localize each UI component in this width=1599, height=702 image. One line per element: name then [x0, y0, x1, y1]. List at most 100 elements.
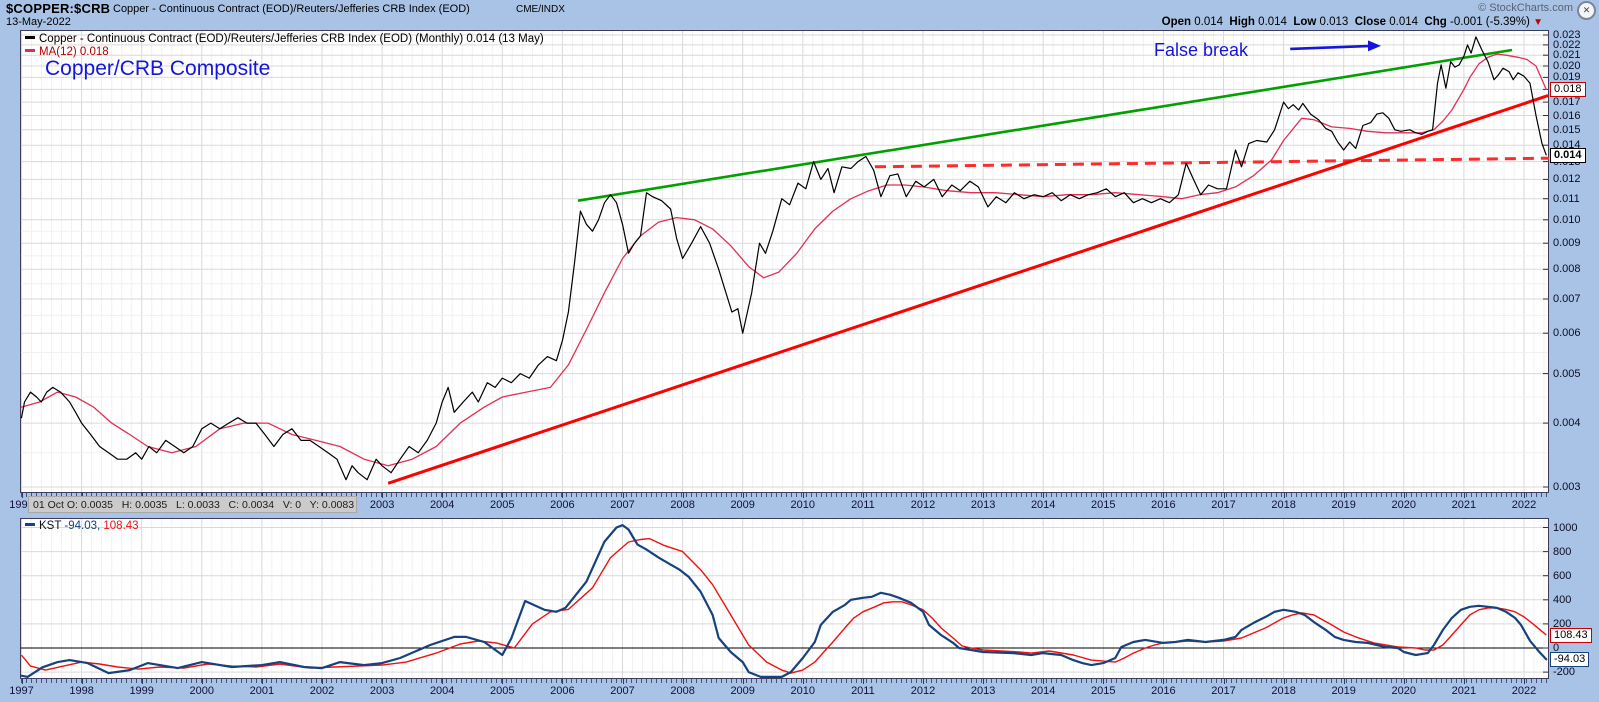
year-label: 2007 [606, 499, 640, 511]
year-label: 2020 [1387, 499, 1421, 511]
year-label: 2017 [1207, 685, 1241, 697]
year-label: 2003 [365, 499, 399, 511]
ticker-symbol: $COPPER:$CRB [6, 1, 110, 16]
stockcharts-copyright: © StockCharts.com [1478, 2, 1573, 14]
year-label: 2009 [726, 499, 760, 511]
year-tick [1464, 679, 1465, 684]
year-label: 2008 [666, 499, 700, 511]
year-label: 2007 [606, 685, 640, 697]
main-y-tick-label: 0.009 [1553, 237, 1581, 249]
instrument-description: Copper - Continuous Contract (EOD)/Reute… [113, 3, 470, 15]
year-label: 2019 [1327, 685, 1361, 697]
year-label: 2003 [365, 685, 399, 697]
year-tick [863, 679, 864, 684]
year-tick [743, 493, 744, 498]
year-label: 2010 [786, 499, 820, 511]
year-tick [442, 493, 443, 498]
year-label: 2022 [1507, 685, 1541, 697]
year-label: 2005 [485, 685, 519, 697]
low-value: 0.013 [1320, 16, 1349, 28]
year-label: 2009 [726, 685, 760, 697]
stockcharts-page: { "header": { "symbol": "$COPPER:$CRB", … [0, 0, 1599, 702]
ma-line-swatch-icon [25, 49, 35, 52]
kst-indicator-chart[interactable] [20, 518, 1549, 679]
kst-value-blue: -94.03, [64, 520, 100, 532]
year-tick [1043, 679, 1044, 684]
year-label: 2021 [1447, 685, 1481, 697]
ma-last-value-badge: 0.018 [1550, 82, 1586, 97]
year-tick [382, 493, 383, 498]
price-legend: Copper - Continuous Contract (EOD)/Reute… [25, 33, 544, 45]
year-tick [1464, 493, 1465, 498]
year-tick [502, 493, 503, 498]
year-tick [1163, 679, 1164, 684]
year-tick [923, 679, 924, 684]
year-tick [683, 493, 684, 498]
year-label: 2010 [786, 685, 820, 697]
close-icon[interactable]: ✕ [1577, 1, 1596, 20]
year-label: 2019 [1327, 499, 1361, 511]
main-y-tick-label: 0.003 [1553, 481, 1581, 493]
main-y-tick-label: 0.010 [1553, 214, 1581, 226]
year-label: 2015 [1086, 499, 1120, 511]
year-tick [382, 679, 383, 684]
year-tick [863, 493, 864, 498]
year-tick [442, 679, 443, 684]
year-tick [1344, 493, 1345, 498]
year-label: 1997 [5, 685, 39, 697]
year-tick [683, 679, 684, 684]
year-label: 2020 [1387, 685, 1421, 697]
year-label: 2002 [305, 685, 339, 697]
year-label: 2004 [425, 499, 459, 511]
kst-y-tick-label: 400 [1553, 594, 1571, 606]
year-label: 2012 [906, 499, 940, 511]
year-label: 2011 [846, 685, 880, 697]
price-legend-text: Copper - Continuous Contract (EOD)/Reute… [39, 33, 544, 45]
year-tick [1404, 679, 1405, 684]
year-tick [1103, 493, 1104, 498]
year-tick [202, 679, 203, 684]
main-price-chart[interactable] [20, 30, 1549, 493]
year-tick [1284, 493, 1285, 498]
year-tick [803, 493, 804, 498]
chg-label: Chg [1424, 16, 1446, 28]
year-label: 2022 [1507, 499, 1541, 511]
year-label: 2013 [966, 499, 1000, 511]
year-tick [983, 679, 984, 684]
year-label: 2014 [1026, 499, 1060, 511]
kst-value-red: 108.43 [103, 520, 138, 532]
kst-value-badge: -94.03 [1550, 652, 1589, 667]
year-label: 2000 [185, 685, 219, 697]
year-tick [1404, 493, 1405, 498]
main-y-tick-label: 0.015 [1553, 124, 1581, 136]
year-tick [1524, 493, 1525, 498]
year-label: 2018 [1267, 499, 1301, 511]
chart-date: 13-May-2022 [6, 16, 71, 28]
year-label: 2013 [966, 685, 1000, 697]
main-y-tick-label: 0.012 [1553, 173, 1581, 185]
kst-y-tick-label: 800 [1553, 546, 1571, 558]
main-y-tick-label: 0.016 [1553, 110, 1581, 122]
year-tick [22, 493, 23, 498]
year-label: 2004 [425, 685, 459, 697]
main-y-tick-label: 0.007 [1553, 293, 1581, 305]
year-tick [623, 679, 624, 684]
year-tick [22, 679, 23, 684]
year-tick [623, 493, 624, 498]
high-value: 0.014 [1258, 16, 1287, 28]
kst-line-swatch-icon [25, 523, 35, 526]
year-tick [983, 493, 984, 498]
year-label: 2001 [245, 685, 279, 697]
year-tick [142, 679, 143, 684]
close-value: 0.014 [1389, 16, 1418, 28]
year-label: 2008 [666, 685, 700, 697]
year-tick [322, 679, 323, 684]
year-label: 2021 [1447, 499, 1481, 511]
main-y-tick-label: 0.005 [1553, 368, 1581, 380]
year-tick [1224, 493, 1225, 498]
exchange-label: CME/INDX [516, 4, 565, 15]
year-tick [1224, 679, 1225, 684]
price-last-value-badge: 0.014 [1550, 148, 1586, 163]
year-label: 2012 [906, 685, 940, 697]
year-tick [1103, 679, 1104, 684]
